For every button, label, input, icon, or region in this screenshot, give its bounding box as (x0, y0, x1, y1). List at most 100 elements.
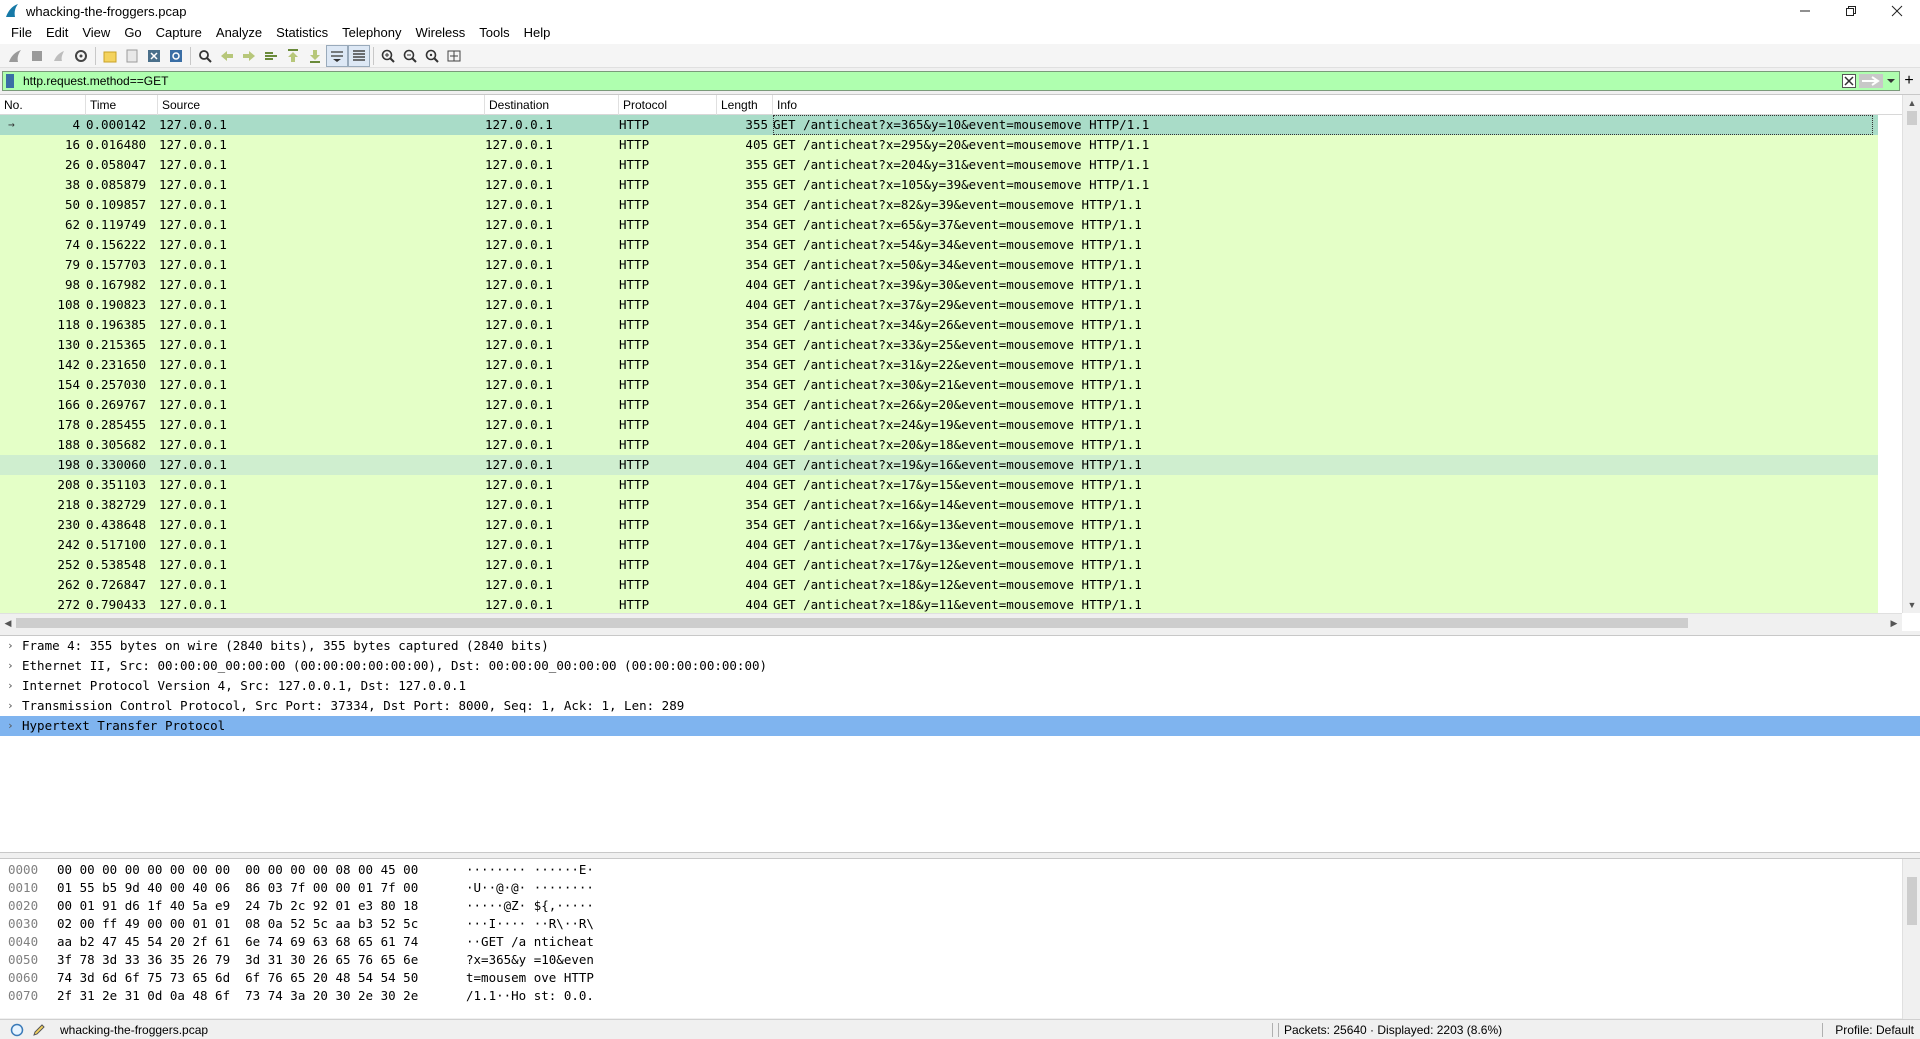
packet-row[interactable]: 50 0.109857 127.0.0.1 127.0.0.1 HTTP 354 GET /… (0, 195, 1878, 215)
filter-history-dropdown[interactable] (1886, 73, 1896, 89)
bytes-row[interactable]: 0070 2f 31 2e 31 0d 0a 48 6f 73 74 3a 20 … (0, 987, 1920, 1005)
detail-tree-item[interactable]: › Ethernet II, Src: 00:00:00_00:00:00 (00… (0, 656, 1920, 676)
packet-row[interactable]: 166 0.269767 127.0.0.1 127.0.0.1 HTTP 354 GET … (0, 395, 1878, 415)
scroll-down-arrow-icon[interactable]: ▼ (1903, 597, 1920, 613)
column-header-protocol[interactable]: Protocol (619, 95, 717, 115)
packet-row[interactable]: 262 0.726847 127.0.0.1 127.0.0.1 HTTP 404 GET … (0, 575, 1878, 595)
scroll-thumb[interactable] (1907, 877, 1917, 925)
zoom-reset-button[interactable] (421, 45, 443, 67)
packet-row[interactable]: 252 0.538548 127.0.0.1 127.0.0.1 HTTP 404 GET … (0, 555, 1878, 575)
packet-row[interactable]: 74 0.156222 127.0.0.1 127.0.0.1 HTTP 354 GET /… (0, 235, 1878, 255)
chevron-right-icon[interactable]: › (7, 656, 14, 676)
packet-row[interactable]: 208 0.351103 127.0.0.1 127.0.0.1 HTTP 404 GET … (0, 475, 1878, 495)
menu-help[interactable]: Help (517, 22, 558, 44)
zoom-out-button[interactable] (399, 45, 421, 67)
scroll-left-arrow-icon[interactable]: ◀ (0, 614, 16, 632)
packet-row[interactable]: 26 0.058047 127.0.0.1 127.0.0.1 HTTP 355 GET /… (0, 155, 1878, 175)
bytes-row[interactable]: 0050 3f 78 3d 33 36 35 26 79 3d 31 30 26 … (0, 951, 1920, 969)
menu-file[interactable]: File (4, 22, 39, 44)
packet-row[interactable]: 79 0.157703 127.0.0.1 127.0.0.1 HTTP 354 GET /… (0, 255, 1878, 275)
edit-comment-icon[interactable] (32, 1023, 46, 1037)
zoom-in-button[interactable] (377, 45, 399, 67)
auto-scroll-button[interactable] (326, 44, 348, 67)
scroll-thumb[interactable] (16, 618, 1688, 628)
packet-row[interactable]: 154 0.257030 127.0.0.1 127.0.0.1 HTTP 354 GET … (0, 375, 1878, 395)
resize-columns-button[interactable] (443, 45, 465, 67)
minimize-button[interactable] (1782, 0, 1828, 22)
column-header-no[interactable]: No. (0, 95, 86, 115)
packet-row[interactable]: 16 0.016480 127.0.0.1 127.0.0.1 HTTP 405 GET /… (0, 135, 1878, 155)
menu-edit[interactable]: Edit (39, 22, 75, 44)
bytes-vertical-scrollbar[interactable] (1902, 859, 1920, 1019)
packet-row[interactable]: 230 0.438648 127.0.0.1 127.0.0.1 HTTP 354 GET … (0, 515, 1878, 535)
packet-row[interactable]: 188 0.305682 127.0.0.1 127.0.0.1 HTTP 404 GET … (0, 435, 1878, 455)
bytes-row[interactable]: 0010 01 55 b5 9d 40 00 40 06 86 03 7f 00 … (0, 879, 1920, 897)
chevron-right-icon[interactable]: › (7, 636, 14, 656)
status-profile[interactable]: Profile: Default (1835, 1020, 1914, 1039)
packet-row[interactable]: 118 0.196385 127.0.0.1 127.0.0.1 HTTP 354 GET … (0, 315, 1878, 335)
close-button[interactable] (1874, 0, 1920, 22)
detail-tree-item[interactable]: › Internet Protocol Version 4, Src: 127.0… (0, 676, 1920, 696)
detail-tree-item[interactable]: › Transmission Control Protocol, Src Port… (0, 696, 1920, 716)
save-file-button[interactable] (121, 45, 143, 67)
scroll-right-arrow-icon[interactable]: ▶ (1886, 614, 1902, 632)
open-file-button[interactable] (99, 45, 121, 67)
packet-row[interactable]: 198 0.330060 127.0.0.1 127.0.0.1 HTTP 404 GET … (0, 455, 1878, 475)
packet-row[interactable]: 218 0.382729 127.0.0.1 127.0.0.1 HTTP 354 GET … (0, 495, 1878, 515)
menu-tools[interactable]: Tools (472, 22, 516, 44)
stop-capture-button[interactable] (26, 45, 48, 67)
detail-tree-item[interactable]: › Frame 4: 355 bytes on wire (2840 bits),… (0, 636, 1920, 656)
column-header-info[interactable]: Info (773, 95, 1902, 115)
packet-row-selected[interactable]: → 4 0.000142 127.0.0.1 127.0.0.1 HTTP 355 GET /… (0, 115, 1878, 135)
menu-go[interactable]: Go (117, 22, 148, 44)
go-first-button[interactable] (282, 45, 304, 67)
go-to-packet-button[interactable] (260, 45, 282, 67)
bytes-row[interactable]: 0020 00 01 91 d6 1f 40 5a e9 24 7b 2c 92 … (0, 897, 1920, 915)
clear-filter-button[interactable] (1842, 73, 1856, 89)
bytes-row[interactable]: 0000 00 00 00 00 00 00 00 00 00 00 00 00 … (0, 861, 1920, 879)
restart-capture-button[interactable] (48, 45, 70, 67)
packet-row[interactable]: 38 0.085879 127.0.0.1 127.0.0.1 HTTP 355 GET /… (0, 175, 1878, 195)
close-file-button[interactable] (143, 45, 165, 67)
display-filter-input[interactable] (17, 72, 1842, 90)
packet-row[interactable]: 178 0.285455 127.0.0.1 127.0.0.1 HTTP 404 GET … (0, 415, 1878, 435)
packet-row[interactable]: 130 0.215365 127.0.0.1 127.0.0.1 HTTP 354 GET … (0, 335, 1878, 355)
scroll-up-arrow-icon[interactable]: ▲ (1903, 95, 1920, 111)
menu-telephony[interactable]: Telephony (335, 22, 408, 44)
detail-tree-item[interactable]: › Hypertext Transfer Protocol (0, 716, 1920, 736)
chevron-right-icon[interactable]: › (7, 716, 14, 736)
reload-file-button[interactable] (165, 45, 187, 67)
go-last-button[interactable] (304, 45, 326, 67)
find-packet-button[interactable] (194, 45, 216, 67)
maximize-button[interactable] (1828, 0, 1874, 22)
packet-row[interactable]: 142 0.231650 127.0.0.1 127.0.0.1 HTTP 354 GET … (0, 355, 1878, 375)
menu-wireless[interactable]: Wireless (408, 22, 472, 44)
column-header-time[interactable]: Time (86, 95, 158, 115)
colorize-button[interactable] (348, 44, 370, 67)
add-filter-button-icon[interactable]: + (1900, 72, 1918, 90)
scroll-thumb[interactable] (1907, 111, 1917, 125)
apply-filter-button[interactable] (1859, 73, 1883, 89)
packet-row[interactable]: 98 0.167982 127.0.0.1 127.0.0.1 HTTP 404 GET /… (0, 275, 1878, 295)
bytes-row[interactable]: 0030 02 00 ff 49 00 00 01 01 08 0a 52 5c … (0, 915, 1920, 933)
packet-row[interactable]: 272 0.790433 127.0.0.1 127.0.0.1 HTTP 404 GET … (0, 595, 1878, 613)
packet-row[interactable]: 242 0.517100 127.0.0.1 127.0.0.1 HTTP 404 GET … (0, 535, 1878, 555)
column-header-source[interactable]: Source (158, 95, 485, 115)
packet-list-vertical-scrollbar[interactable]: ▲ ▼ (1902, 95, 1920, 613)
start-capture-button[interactable] (4, 45, 26, 67)
column-header-length[interactable]: Length (717, 95, 773, 115)
chevron-right-icon[interactable]: › (7, 696, 14, 716)
go-forward-button[interactable] (238, 45, 260, 67)
packet-row[interactable]: 108 0.190823 127.0.0.1 127.0.0.1 HTTP 404 GET … (0, 295, 1878, 315)
menu-analyze[interactable]: Analyze (209, 22, 269, 44)
menu-statistics[interactable]: Statistics (269, 22, 335, 44)
column-header-destination[interactable]: Destination (485, 95, 619, 115)
filter-bookmark-button[interactable] (3, 72, 17, 90)
go-back-button[interactable] (216, 45, 238, 67)
chevron-right-icon[interactable]: › (7, 676, 14, 696)
packet-row[interactable]: 62 0.119749 127.0.0.1 127.0.0.1 HTTP 354 GET /… (0, 215, 1878, 235)
ready-status-icon[interactable] (10, 1023, 24, 1037)
packet-list-horizontal-scrollbar[interactable]: ◀ ▶ (0, 613, 1902, 631)
menu-capture[interactable]: Capture (149, 22, 209, 44)
bytes-row[interactable]: 0040 aa b2 47 45 54 20 2f 61 6e 74 69 63 … (0, 933, 1920, 951)
